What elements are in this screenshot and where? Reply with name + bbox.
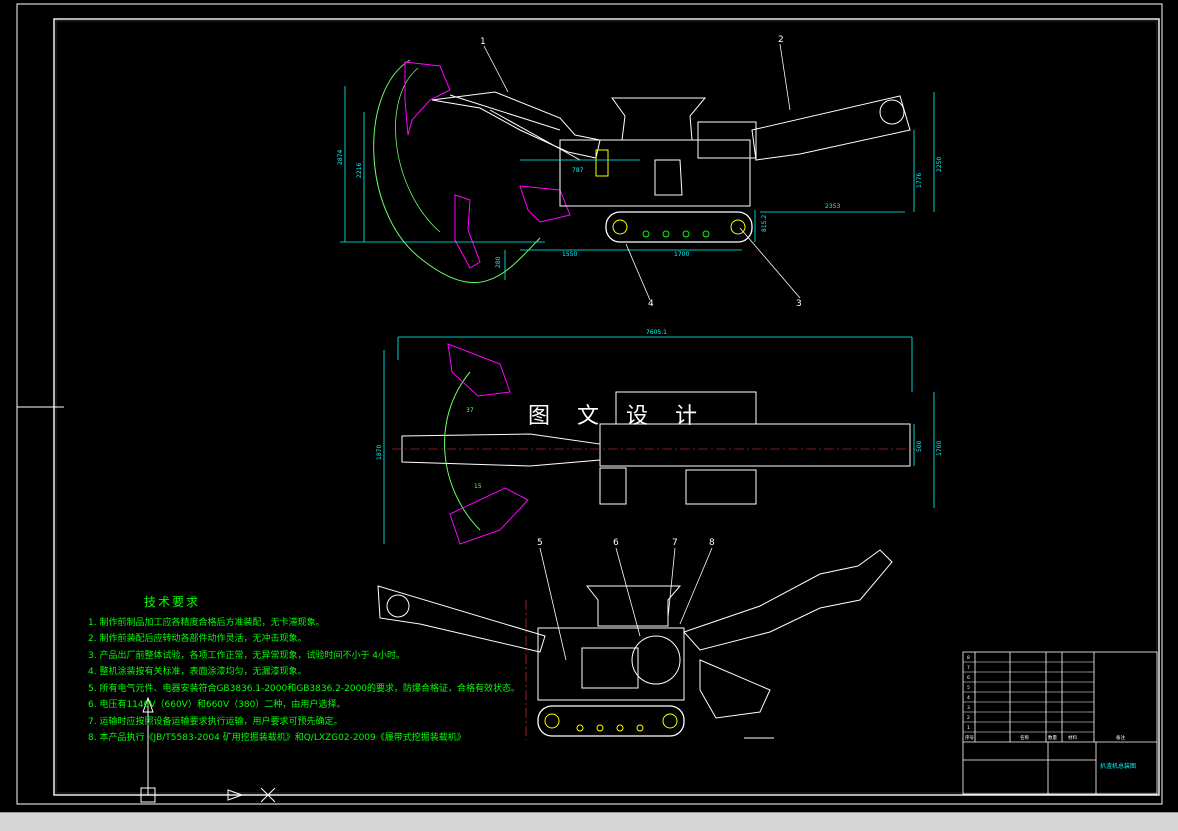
dim-2216: 2216 (356, 163, 363, 178)
rear-bucket (699, 659, 771, 719)
bucket-lower (454, 194, 481, 269)
dim-500: 500 (916, 440, 923, 452)
plan-view: 7605.1 1870 500 1700 37 15 (376, 329, 943, 545)
bucket-mid (519, 185, 571, 223)
technical-notes-title: 技术要求 (144, 595, 201, 609)
title-block (962, 651, 1158, 795)
plan-conveyor (599, 423, 911, 467)
tb-row-3: 3 (967, 705, 970, 711)
callout-1: 1 (480, 37, 486, 47)
plan-bucket-arc (444, 371, 481, 531)
side-view: 2874 2216 787 1776 2250 2353 815.2 1550 … (337, 35, 943, 309)
tb-header-qty: 数量 (1048, 734, 1057, 741)
watermark-text: 图 文 设 计 (528, 404, 707, 429)
note-item: 5. 所有电气元件、电器安装符合GB3836.1-2000和GB3836.2-2… (88, 683, 521, 694)
boom-cylinder (449, 94, 561, 131)
tb-row-7: 7 (967, 665, 970, 671)
stick-cylinder (489, 109, 581, 161)
dim-787: 787 (572, 167, 584, 174)
note-item: 3. 产品出厂前整体试验，各项工作正常，无异常现象，试验时间不小于 4小时。 (88, 650, 406, 661)
plan-bucket-upper (447, 343, 511, 397)
dim-2874: 2874 (337, 150, 344, 165)
callout-3: 3 (796, 299, 802, 309)
track-frame (605, 211, 753, 243)
dim-angle-37: 37 (466, 407, 474, 414)
callout-5: 5 (537, 538, 543, 548)
dim-2250: 2250 (936, 157, 943, 172)
track-rollers (612, 219, 746, 238)
note-item: 6. 电压有1140V（660V）和660V（380）二种，由用户选择。 (88, 700, 346, 710)
callout-6: 6 (613, 538, 619, 548)
dim-7605: 7605.1 (646, 329, 667, 336)
title-block-name: 扒渣机总装图 (1100, 762, 1136, 770)
rear-track-rollers (544, 713, 678, 732)
rear-body (537, 627, 685, 701)
tb-row-2: 2 (967, 715, 970, 721)
rear-leaders (539, 547, 713, 661)
callout-8: 8 (709, 538, 715, 548)
bottom-status-strip (0, 812, 1178, 831)
dim-280: 280 (495, 256, 502, 268)
plan-pump (599, 467, 627, 505)
note-item: 7. 运输时应按照设备运输要求执行运输，用户要求可预先确定。 (88, 716, 343, 727)
hopper (611, 97, 707, 141)
dim-2353: 2353 (825, 203, 840, 210)
rear-callouts: 5 6 7 8 (537, 538, 715, 548)
rear-drum (631, 635, 681, 685)
side-dimensions (340, 86, 935, 280)
rear-arm (683, 549, 893, 651)
side-callouts: 1 2 3 4 (480, 35, 802, 309)
swing-arc (373, 59, 541, 283)
tb-header-note: 备注 (1116, 734, 1125, 741)
rear-motor (581, 647, 639, 689)
conveyor-boom (751, 95, 911, 161)
note-item: 4. 整机涂装按有关标准，表面涂漆均匀，无漏漆现象。 (88, 667, 307, 677)
tb-header-no: 序号 (965, 734, 974, 741)
side-leaders (483, 43, 801, 301)
plan-bucket-lower (449, 487, 529, 545)
dim-1776: 1776 (916, 173, 923, 188)
rear-side-view: 5 6 7 8 (377, 538, 893, 740)
technical-notes: 技术要求 1. 制作前制品加工应各精度合格后方准装配，无卡滞现象。 2. 制作前… (88, 594, 521, 747)
title-block-rows (963, 661, 1094, 733)
yellow-valve (595, 149, 609, 177)
dim-1700-plan: 1700 (936, 441, 943, 456)
tb-header-name: 名称 (1020, 734, 1029, 741)
dim-angle-15: 15 (474, 483, 482, 490)
operator-seat (654, 159, 683, 196)
plan-drive-unit (685, 469, 757, 505)
callout-4: 4 (648, 299, 654, 309)
plan-boom (401, 433, 601, 467)
note-item: 8. 本产品执行《JB/T5583-2004 矿用挖掘装载机》和Q/LXZG02… (88, 733, 466, 743)
conveyor-head-pulley (879, 99, 905, 125)
dim-1550: 1550 (562, 251, 577, 258)
tb-row-1: 1 (967, 725, 970, 731)
dim-815: 815.2 (761, 215, 768, 232)
tb-header-mat: 材料 (1068, 734, 1077, 741)
dim-1700: 1700 (674, 251, 689, 258)
note-item: 1. 制作前制品加工应各精度合格后方准装配，无卡滞现象。 (88, 617, 325, 628)
tb-row-4: 4 (967, 695, 970, 701)
callout-2: 2 (778, 35, 784, 45)
note-item: 2. 制作前装配后应转动各部件动作灵活，无冲击现象。 (88, 634, 307, 644)
title-block-text: 8 7 6 5 4 3 2 1 序号 名称 数量 材料 备注 (965, 655, 1125, 741)
tb-row-5: 5 (967, 685, 970, 691)
tb-row-8: 8 (967, 655, 970, 661)
dim-1870: 1870 (376, 445, 383, 460)
swing-arc-inner (395, 67, 441, 233)
rear-hopper (585, 585, 682, 627)
callout-7: 7 (672, 538, 678, 548)
tb-row-6: 6 (967, 675, 970, 681)
rear-track (537, 705, 685, 737)
